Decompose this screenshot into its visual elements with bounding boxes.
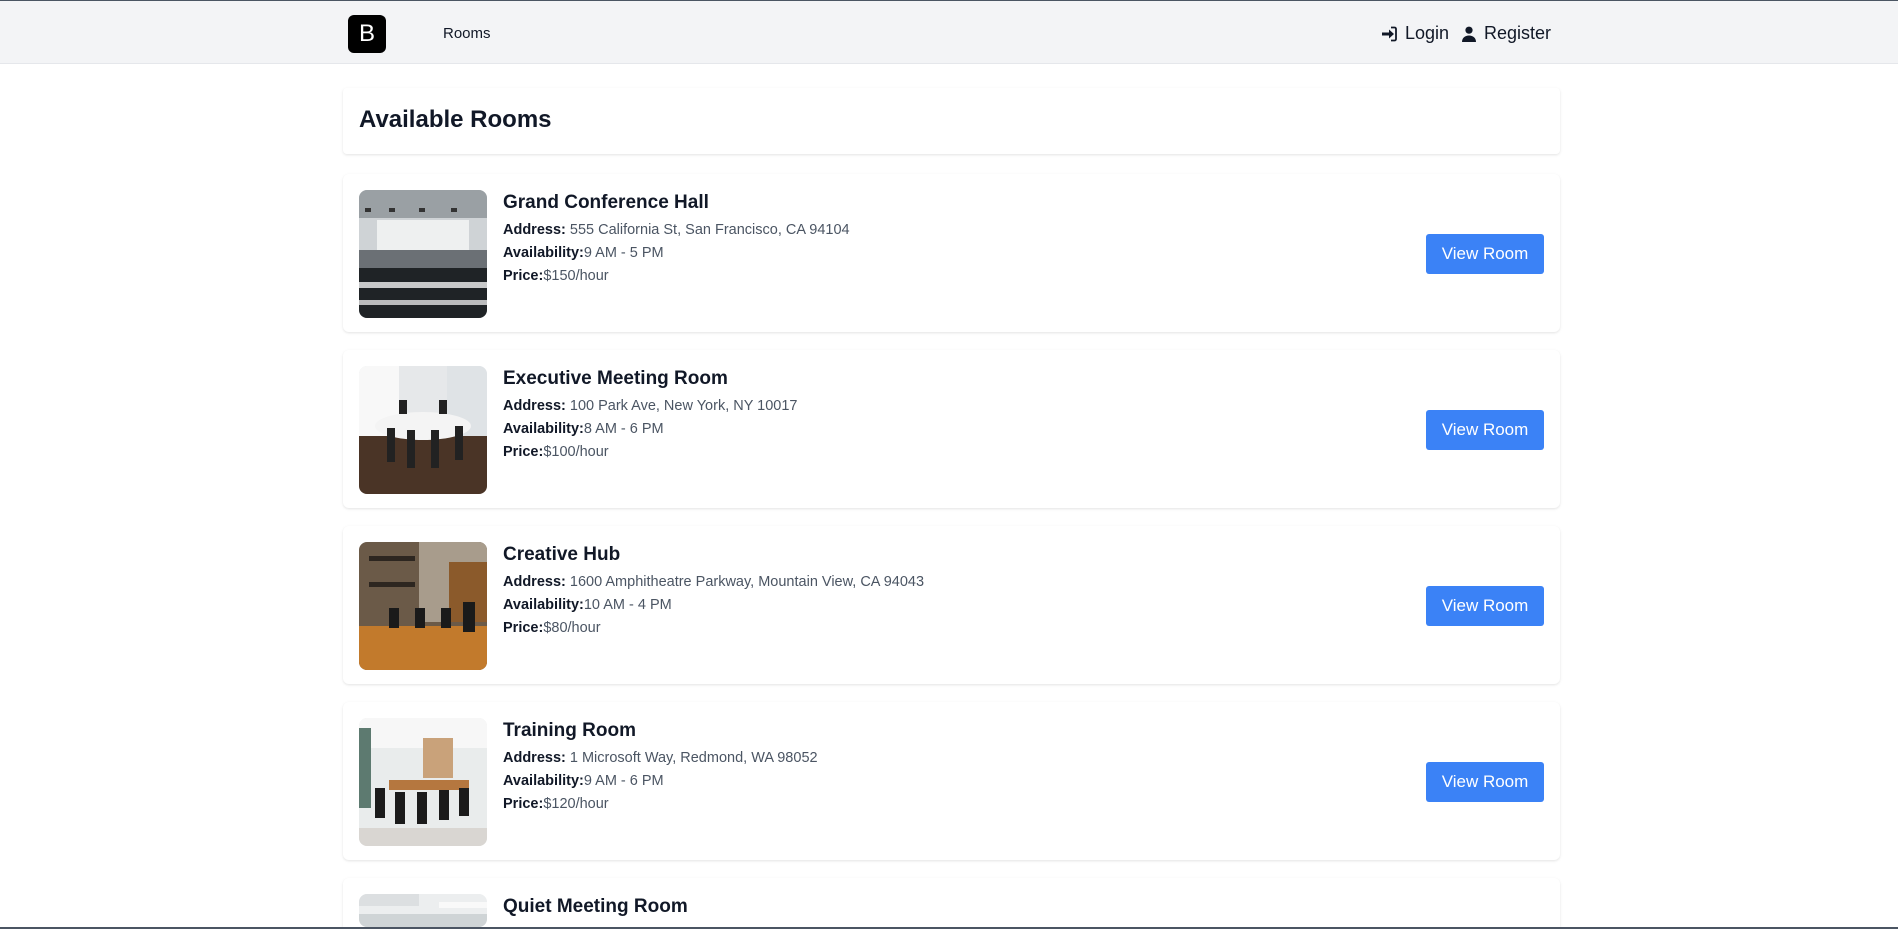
- room-image: [359, 894, 487, 927]
- room-name: Grand Conference Hall: [503, 192, 709, 213]
- room-address: Address: 555 California St, San Francisc…: [503, 222, 850, 238]
- room-card: Training Room Address: 1 Microsoft Way, …: [343, 702, 1560, 860]
- room-address: Address: 1 Microsoft Way, Redmond, WA 98…: [503, 750, 818, 766]
- view-room-button[interactable]: View Room: [1426, 234, 1544, 274]
- nav-link-rooms[interactable]: Rooms: [443, 25, 491, 42]
- room-name: Executive Meeting Room: [503, 368, 728, 389]
- room-image: [359, 542, 487, 670]
- room-image: [359, 190, 487, 318]
- room-image: [359, 718, 487, 846]
- login-label: Login: [1405, 23, 1450, 43]
- room-card: Creative Hub Address: 1600 Amphitheatre …: [343, 526, 1560, 684]
- view-room-button[interactable]: View Room: [1426, 762, 1544, 802]
- register-link[interactable]: Register: [1462, 23, 1551, 44]
- top-navbar: B Rooms Login Register: [0, 0, 1898, 64]
- room-image: [359, 366, 487, 494]
- room-name: Quiet Meeting Room: [503, 896, 688, 917]
- page-title: Available Rooms: [359, 106, 552, 133]
- room-price: Price:$150/hour: [503, 268, 609, 284]
- user-icon: [1462, 26, 1476, 42]
- room-availability: Availability:9 AM - 6 PM: [503, 773, 664, 789]
- sign-in-icon: [1381, 26, 1397, 42]
- room-card: Executive Meeting Room Address: 100 Park…: [343, 350, 1560, 508]
- page-header-card: Available Rooms: [343, 88, 1560, 154]
- room-card: Grand Conference Hall Address: 555 Calif…: [343, 174, 1560, 332]
- view-room-button[interactable]: View Room: [1426, 410, 1544, 450]
- view-room-button[interactable]: View Room: [1426, 586, 1544, 626]
- room-availability: Availability:10 AM - 4 PM: [503, 597, 672, 613]
- room-address: Address: 1600 Amphitheatre Parkway, Moun…: [503, 574, 925, 590]
- room-address: Address: 100 Park Ave, New York, NY 1001…: [503, 398, 798, 414]
- login-link[interactable]: Login: [1381, 23, 1449, 44]
- room-price: Price:$100/hour: [503, 444, 609, 460]
- register-label: Register: [1484, 23, 1552, 43]
- room-card: Quiet Meeting Room: [343, 878, 1560, 927]
- room-name: Creative Hub: [503, 544, 621, 565]
- room-availability: Availability:8 AM - 6 PM: [503, 421, 664, 437]
- room-name: Training Room: [503, 720, 636, 741]
- room-price: Price:$120/hour: [503, 796, 609, 812]
- brand-logo[interactable]: B: [348, 15, 386, 53]
- room-availability: Availability:9 AM - 5 PM: [503, 245, 664, 261]
- room-price: Price:$80/hour: [503, 620, 601, 636]
